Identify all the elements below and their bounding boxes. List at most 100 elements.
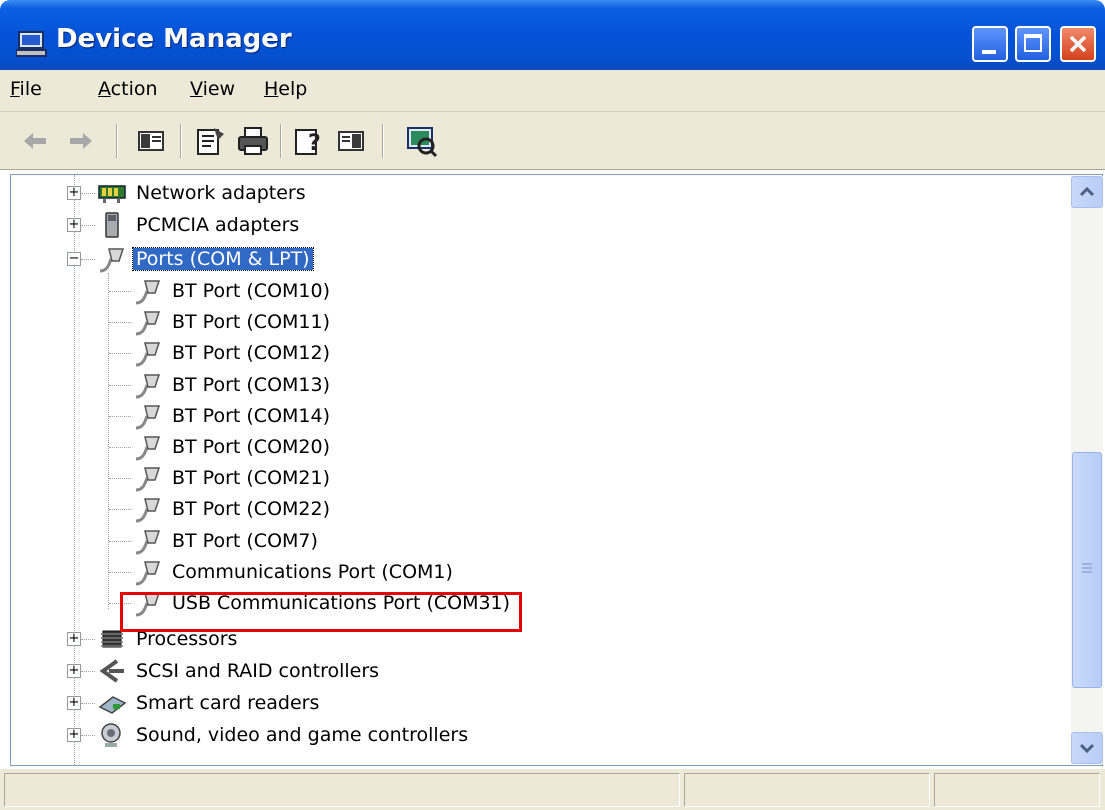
serial-port-icon	[135, 529, 161, 555]
tree-connector-line	[109, 322, 131, 324]
tree-connector-line	[108, 273, 109, 609]
status-bar	[0, 768, 1105, 810]
tree-item-port[interactable]: BT Port (COM14)	[133, 401, 333, 431]
toolbar-separator	[280, 124, 282, 158]
tree-connector-line	[81, 193, 95, 194]
tree-item-category[interactable]: SCSI and RAID controllers	[97, 656, 382, 686]
minimize-button[interactable]	[972, 26, 1008, 62]
scroll-down-button[interactable]	[1071, 732, 1103, 764]
tree-item-port[interactable]: BT Port (COM11)	[133, 307, 333, 337]
print-icon[interactable]	[236, 124, 270, 158]
tree-item-port[interactable]: Communications Port (COM1)	[133, 557, 456, 587]
expand-pcmcia-adapters[interactable]: +	[67, 218, 81, 232]
smart-card-reader-icon	[98, 696, 127, 714]
tree-item-label: Communications Port (COM1)	[172, 560, 453, 583]
tree-connector-line	[81, 225, 95, 226]
toolbar: ?	[0, 112, 1105, 170]
tree-connector-line	[109, 415, 131, 417]
tree-item-label: Ports (COM & LPT)	[132, 247, 314, 271]
tree-item-label: BT Port (COM20)	[172, 436, 331, 458]
tree-item-port[interactable]: BT Port (COM7)	[133, 526, 321, 556]
properties-icon[interactable]	[194, 124, 228, 158]
help-icon[interactable]: ?	[292, 124, 326, 158]
tree-item-label: PCMCIA adapters	[136, 214, 300, 236]
show-hide-action-pane-icon[interactable]	[334, 124, 368, 158]
scan-hardware-changes-icon[interactable]	[404, 124, 438, 158]
pcmcia-card-icon	[105, 212, 119, 238]
serial-port-icon	[135, 280, 161, 305]
device-tree[interactable]: + Network adapters + PCMCIA adapters − P…	[10, 174, 1103, 766]
tree-item-label: BT Port (COM14)	[172, 404, 331, 427]
tree-item-category[interactable]: Sound, video and game controllers	[97, 720, 471, 750]
grip-icon	[1082, 563, 1092, 573]
serial-port-icon	[135, 311, 161, 336]
tree-item-label: Smart card readers	[136, 692, 320, 714]
tree-connector-line	[109, 353, 131, 355]
tree-item-port[interactable]: BT Port (COM21)	[133, 463, 333, 493]
tree-connector-line	[81, 671, 95, 672]
toolbar-separator	[180, 124, 182, 158]
tree-connector-line	[81, 735, 95, 736]
speaker-icon	[101, 723, 121, 747]
serial-port-icon	[135, 373, 161, 399]
tree-connector-line	[109, 478, 131, 480]
tree-item-network-adapters[interactable]: Network adapters	[97, 178, 309, 208]
tree-item-label: BT Port (COM12)	[172, 342, 331, 365]
scroll-thumb[interactable]	[1072, 452, 1102, 688]
expand-processor-chip[interactable]: +	[67, 632, 81, 646]
scroll-up-button[interactable]	[1071, 176, 1103, 208]
tree-item-ports[interactable]: Ports (COM & LPT)	[97, 244, 314, 274]
network-adapter-icon	[98, 185, 126, 203]
status-pane-secondary	[684, 773, 930, 807]
vertical-scrollbar[interactable]	[1071, 176, 1103, 764]
tree-item-port[interactable]: BT Port (COM22)	[133, 494, 333, 524]
back-arrow-icon[interactable]	[18, 124, 52, 158]
menu-view[interactable]: View	[190, 78, 235, 100]
highlight-annotation-box	[120, 592, 522, 632]
forward-arrow-icon[interactable]	[64, 124, 98, 158]
tree-item-label: Sound, video and game controllers	[136, 724, 469, 746]
serial-port-icon	[135, 498, 161, 523]
expand-smart-card-reader[interactable]: +	[67, 696, 81, 710]
collapse-ports[interactable]: −	[67, 252, 81, 266]
tree-item-category[interactable]: Smart card readers	[97, 688, 322, 718]
tree-connector-line	[109, 540, 131, 542]
tree-item-label: BT Port (COM13)	[172, 373, 331, 396]
tree-connector-line	[109, 447, 131, 448]
tree-item-label: BT Port (COM7)	[172, 529, 318, 552]
title-bar[interactable]: Device Manager	[0, 0, 1105, 70]
menu-help[interactable]: Help	[264, 78, 307, 100]
window-title: Device Manager	[56, 24, 292, 54]
menu-action[interactable]: Action	[98, 78, 158, 100]
toolbar-separator	[382, 124, 384, 158]
close-icon	[1069, 35, 1087, 53]
svg-text:?: ?	[308, 131, 321, 156]
tree-item-pcmcia-adapters[interactable]: PCMCIA adapters	[97, 210, 302, 240]
tree-item-port[interactable]: BT Port (COM12)	[133, 338, 333, 368]
tree-connector-line	[109, 384, 131, 386]
expand-network-adapters[interactable]: +	[67, 186, 81, 200]
toolbar-separator	[116, 124, 118, 158]
serial-port-icon	[135, 467, 161, 492]
serial-port-icon	[135, 405, 161, 430]
tree-item-label: BT Port (COM21)	[172, 467, 331, 490]
menu-file[interactable]: File	[10, 78, 42, 100]
chevron-up-icon	[1079, 186, 1095, 197]
serial-port-icon	[135, 436, 161, 461]
maximize-button[interactable]	[1015, 26, 1051, 62]
tree-item-label: BT Port (COM10)	[172, 280, 331, 302]
expand-scsi-controller[interactable]: +	[67, 664, 81, 678]
tree-connector-line	[109, 509, 131, 511]
tree-item-port[interactable]: BT Port (COM13)	[133, 370, 333, 400]
tree-item-port[interactable]: BT Port (COM10)	[133, 276, 333, 306]
close-button[interactable]	[1060, 26, 1096, 62]
chevron-down-icon	[1079, 743, 1095, 754]
expand-speaker[interactable]: +	[67, 728, 81, 742]
serial-port-icon	[135, 561, 161, 586]
tree-connector-line	[81, 639, 95, 640]
show-hide-console-tree-icon[interactable]	[134, 124, 168, 158]
scsi-controller-icon	[99, 659, 124, 683]
tree-item-port[interactable]: BT Port (COM20)	[133, 432, 333, 462]
maximize-icon	[1024, 34, 1042, 52]
status-pane-main	[4, 773, 680, 807]
